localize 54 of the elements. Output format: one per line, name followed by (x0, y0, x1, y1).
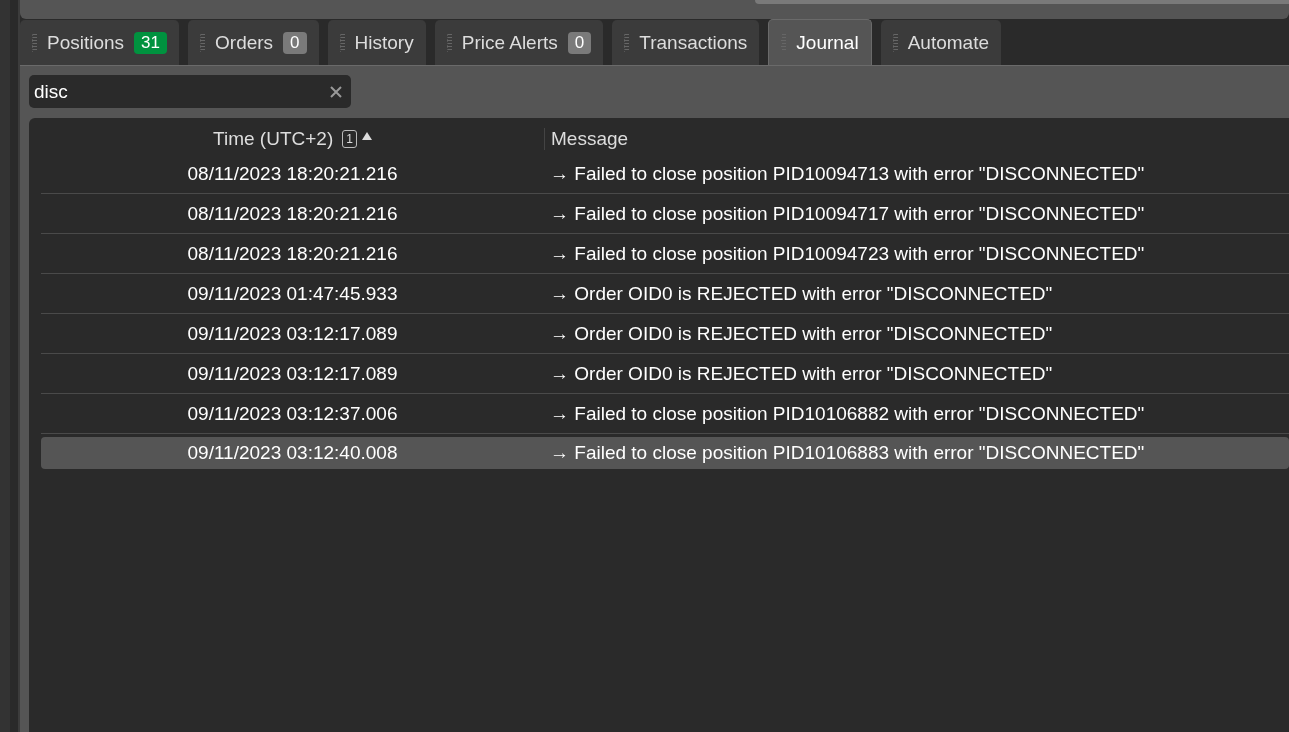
time-cell-text: 09/11/2023 03:12:17.089 (186, 322, 399, 345)
grip-icon (339, 33, 345, 52)
time-cell-text: 08/11/2023 18:20:21.216 (186, 242, 399, 265)
time-cell-text: 09/11/2023 03:12:17.089 (186, 362, 399, 385)
tab-label: Automate (907, 31, 989, 54)
search-field[interactable]: disc (29, 75, 351, 108)
tab-label: Positions (47, 31, 125, 54)
count-badge: 31 (134, 31, 168, 54)
tab-label: History (354, 31, 414, 54)
time-cell-text: 08/11/2023 18:20:21.216 (186, 202, 399, 225)
count-badge: 0 (283, 31, 307, 54)
tab-label: Journal (796, 32, 859, 54)
message-cell-text: → Failed to close position PID10106882 with error "DISCONNECTED" (549, 402, 1146, 425)
message-cell-text: → Order OID0 is REJECTED with error "DISCONNECTED" (549, 282, 1054, 305)
tab[interactable]: Journal (768, 19, 872, 66)
grip-icon (446, 33, 452, 52)
table-row[interactable]: 09/11/2023 03:12:37.006 → Failed to close position PID10106882 with error "DISCONNECTED" (41, 394, 1289, 434)
tab[interactable]: Price Alerts 0 (434, 20, 604, 65)
table-row[interactable]: 08/11/2023 18:20:21.216 → Failed to close position PID10094713 with error "DISCONNECTED" (41, 154, 1289, 194)
tab-label: Transactions (639, 31, 748, 54)
table-row[interactable]: 08/11/2023 18:20:21.216 → Failed to close position PID10094723 with error "DISCONNECTED" (41, 234, 1289, 274)
tab[interactable]: Positions 31 (20, 20, 180, 65)
time-cell-text: 08/11/2023 18:20:21.216 (186, 162, 399, 185)
message-cell-text: → Order OID0 is REJECTED with error "DISCONNECTED" (549, 362, 1054, 385)
tab-label: Price Alerts (461, 31, 558, 54)
grip-icon (892, 33, 898, 52)
grip-icon (200, 33, 206, 52)
table-row[interactable]: 09/11/2023 01:47:45.933 → Order OID0 is REJECTED with error "DISCONNECTED" (41, 274, 1289, 314)
table-row[interactable]: 09/11/2023 03:12:40.008 → Failed to close position PID10106883 with error "DISCONNECTED" (41, 437, 1289, 469)
column-header[interactable]: Time (UTC+2) 1 (41, 128, 544, 150)
clear-icon[interactable] (329, 85, 343, 99)
time-cell-text: 09/11/2023 01:47:45.933 (186, 282, 399, 305)
tab[interactable]: Transactions (612, 20, 760, 65)
header-label: Time (UTC+2) (213, 128, 334, 150)
message-cell-text: → Failed to close position PID10094717 with error "DISCONNECTED" (549, 202, 1146, 225)
tab-label: Orders (215, 31, 274, 54)
header-label: Message (551, 128, 629, 150)
table-row[interactable]: 09/11/2023 03:12:17.089 → Order OID0 is REJECTED with error "DISCONNECTED" (41, 314, 1289, 354)
tab[interactable]: Orders 0 (188, 20, 319, 65)
table-row[interactable]: 08/11/2023 18:20:21.216 → Failed to close position PID10094717 with error "DISCONNECTED" (41, 194, 1289, 234)
count-badge: 0 (567, 31, 592, 54)
time-cell-text: 09/11/2023 03:12:37.006 (186, 402, 399, 425)
message-cell-text: → Failed to close position PID10094713 with error "DISCONNECTED" (549, 162, 1146, 185)
message-cell-text: → Failed to close position PID10106883 with error "DISCONNECTED" (549, 441, 1146, 464)
message-cell-text: → Order OID0 is REJECTED with error "DISCONNECTED" (549, 322, 1054, 345)
time-cell-text: 09/11/2023 03:12:40.008 (186, 441, 399, 464)
tab[interactable]: Automate (880, 20, 1001, 65)
tab[interactable]: History (327, 20, 426, 65)
grip-icon (32, 33, 37, 52)
sort-index-badge: 1 (342, 130, 357, 148)
grip-icon (624, 33, 630, 52)
message-cell-text: → Failed to close position PID10094723 with error "DISCONNECTED" (549, 242, 1146, 265)
table-row[interactable]: 09/11/2023 03:12:17.089 → Order OID0 is REJECTED with error "DISCONNECTED" (41, 354, 1289, 394)
column-header[interactable]: Message (544, 128, 1289, 150)
